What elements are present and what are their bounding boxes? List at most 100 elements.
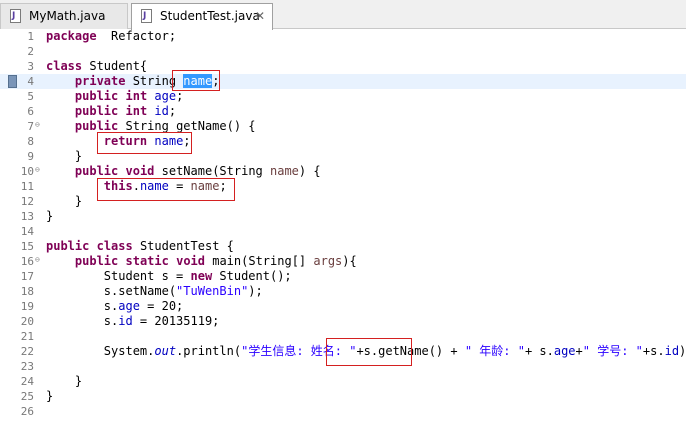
code-line[interactable]: 1 package Refactor; bbox=[0, 29, 686, 44]
code-line[interactable]: 3 class Student{ bbox=[0, 59, 686, 74]
java-file-icon bbox=[10, 4, 21, 28]
code-token: package bbox=[46, 29, 97, 43]
code-text: s.age = 20; bbox=[46, 299, 184, 314]
code-token: public bbox=[74, 164, 119, 178]
code-text: } bbox=[46, 389, 53, 404]
line-number: 1 bbox=[27, 30, 34, 43]
code-text: } bbox=[46, 149, 82, 164]
line-number: 6 bbox=[27, 105, 34, 118]
line-number: 10 bbox=[20, 165, 34, 178]
code-line[interactable]: 16 ⊖ public static void main(String[] arg… bbox=[0, 254, 686, 269]
code-token: . bbox=[132, 179, 140, 193]
code-token: +s. bbox=[642, 344, 665, 358]
code-token: ); bbox=[679, 344, 686, 358]
code-token: static bbox=[125, 254, 169, 268]
code-token: ){ bbox=[342, 254, 357, 268]
code-token: = 20; bbox=[139, 299, 184, 313]
code-line[interactable]: 11 this.name = name; bbox=[0, 179, 686, 194]
code-line[interactable]: 17 Student s = new Student(); bbox=[0, 269, 686, 284]
code-token: out bbox=[154, 344, 177, 358]
line-number: 26 bbox=[20, 405, 34, 418]
code-token: class bbox=[46, 59, 83, 73]
code-line[interactable]: 18 s.setName("TuWenBin"); bbox=[0, 284, 686, 299]
code-line[interactable]: 24 } bbox=[0, 374, 686, 389]
code-token: Student s = bbox=[46, 269, 191, 283]
code-token: age bbox=[154, 89, 177, 103]
occurrence-marker-icon bbox=[8, 75, 17, 88]
code-token: public bbox=[74, 104, 119, 118]
code-text: class Student{ bbox=[46, 59, 147, 74]
code-line[interactable]: 26 bbox=[0, 404, 686, 419]
code-text: Student s = new Student(); bbox=[46, 269, 292, 284]
code-line[interactable]: 13} bbox=[0, 209, 686, 224]
fold-toggle-icon[interactable]: ⊖ bbox=[35, 164, 43, 174]
code-token: void bbox=[125, 164, 155, 178]
line-number: 23 bbox=[20, 360, 34, 373]
tab-label: MyMath.java bbox=[29, 9, 106, 23]
code-line[interactable]: 25} bbox=[0, 389, 686, 404]
code-token: ; bbox=[212, 74, 220, 88]
code-token: public bbox=[74, 89, 119, 103]
code-token: Refactor; bbox=[96, 29, 177, 43]
code-text: this.name = name; bbox=[46, 179, 227, 194]
code-line[interactable]: 7 ⊖ public String getName() { bbox=[0, 119, 686, 134]
code-token: name bbox=[139, 179, 169, 193]
code-token: setName(String bbox=[154, 164, 270, 178]
code-line[interactable]: 5 public int age; bbox=[0, 89, 686, 104]
line-number: 13 bbox=[20, 210, 34, 223]
code-token: class bbox=[96, 239, 133, 253]
code-line[interactable]: 10 ⊖ public void setName(String name) { bbox=[0, 164, 686, 179]
close-icon[interactable]: ✕ bbox=[255, 4, 265, 28]
line-number: 17 bbox=[20, 270, 34, 283]
code-token: int bbox=[125, 104, 148, 118]
code-line[interactable]: 12 } bbox=[0, 194, 686, 209]
fold-toggle-icon[interactable]: ⊖ bbox=[35, 119, 43, 129]
code-token: } bbox=[46, 209, 54, 223]
code-text: s.setName("TuWenBin"); bbox=[46, 284, 263, 299]
code-editor[interactable]: 1 package Refactor; 2 3 class Student{4 priv… bbox=[0, 29, 686, 439]
code-text: public int age; bbox=[46, 89, 183, 104]
code-text: } bbox=[46, 194, 82, 209]
code-token: String getName() { bbox=[118, 119, 256, 133]
code-token: } bbox=[46, 149, 83, 163]
line-number: 16 bbox=[20, 255, 34, 268]
code-line[interactable]: 14 bbox=[0, 224, 686, 239]
code-text: } bbox=[46, 374, 82, 389]
code-line[interactable]: 4 private String name; bbox=[0, 74, 686, 89]
code-text: private String name; bbox=[46, 74, 219, 89]
tab-studenttest[interactable]: StudentTest.java ✕ bbox=[131, 3, 273, 30]
code-line[interactable]: 23 bbox=[0, 359, 686, 374]
code-token: ) { bbox=[298, 164, 321, 178]
code-token: main(String[] bbox=[205, 254, 314, 268]
code-line[interactable]: 20 s.id = 20135119; bbox=[0, 314, 686, 329]
code-token: s. bbox=[46, 299, 119, 313]
line-number: 7 bbox=[27, 120, 34, 133]
tab-mymath[interactable]: MyMath.java bbox=[0, 3, 128, 29]
code-line[interactable]: 22 System.out.println("学生信息: 姓名: "+s.get… bbox=[0, 344, 686, 359]
code-line[interactable]: 21 bbox=[0, 329, 686, 344]
fold-toggle-icon[interactable]: ⊖ bbox=[35, 254, 43, 264]
code-token: " 年龄: " bbox=[464, 344, 525, 358]
code-token: name bbox=[270, 164, 299, 178]
code-text: System.out.println("学生信息: 姓名: "+s.getNam… bbox=[46, 344, 686, 359]
code-token: age bbox=[118, 299, 140, 313]
code-line[interactable]: 19 s.age = 20; bbox=[0, 299, 686, 314]
code-token: .println( bbox=[176, 344, 242, 358]
code-line[interactable]: 6 public int id; bbox=[0, 104, 686, 119]
code-token: = 20135119; bbox=[132, 314, 220, 328]
code-token: + s. bbox=[524, 344, 554, 358]
line-number: 3 bbox=[27, 60, 34, 73]
code-token: ; bbox=[219, 179, 227, 193]
editor-tab-bar: MyMath.java StudentTest.java ✕ bbox=[0, 0, 686, 30]
code-token: id bbox=[664, 344, 680, 358]
code-token: " 学号: " bbox=[582, 344, 643, 358]
code-line[interactable]: 2 bbox=[0, 44, 686, 59]
code-line[interactable]: 8 return name; bbox=[0, 134, 686, 149]
code-line[interactable]: 15 public class StudentTest { bbox=[0, 239, 686, 254]
java-file-icon bbox=[141, 4, 152, 28]
code-line[interactable]: 9 } bbox=[0, 149, 686, 164]
